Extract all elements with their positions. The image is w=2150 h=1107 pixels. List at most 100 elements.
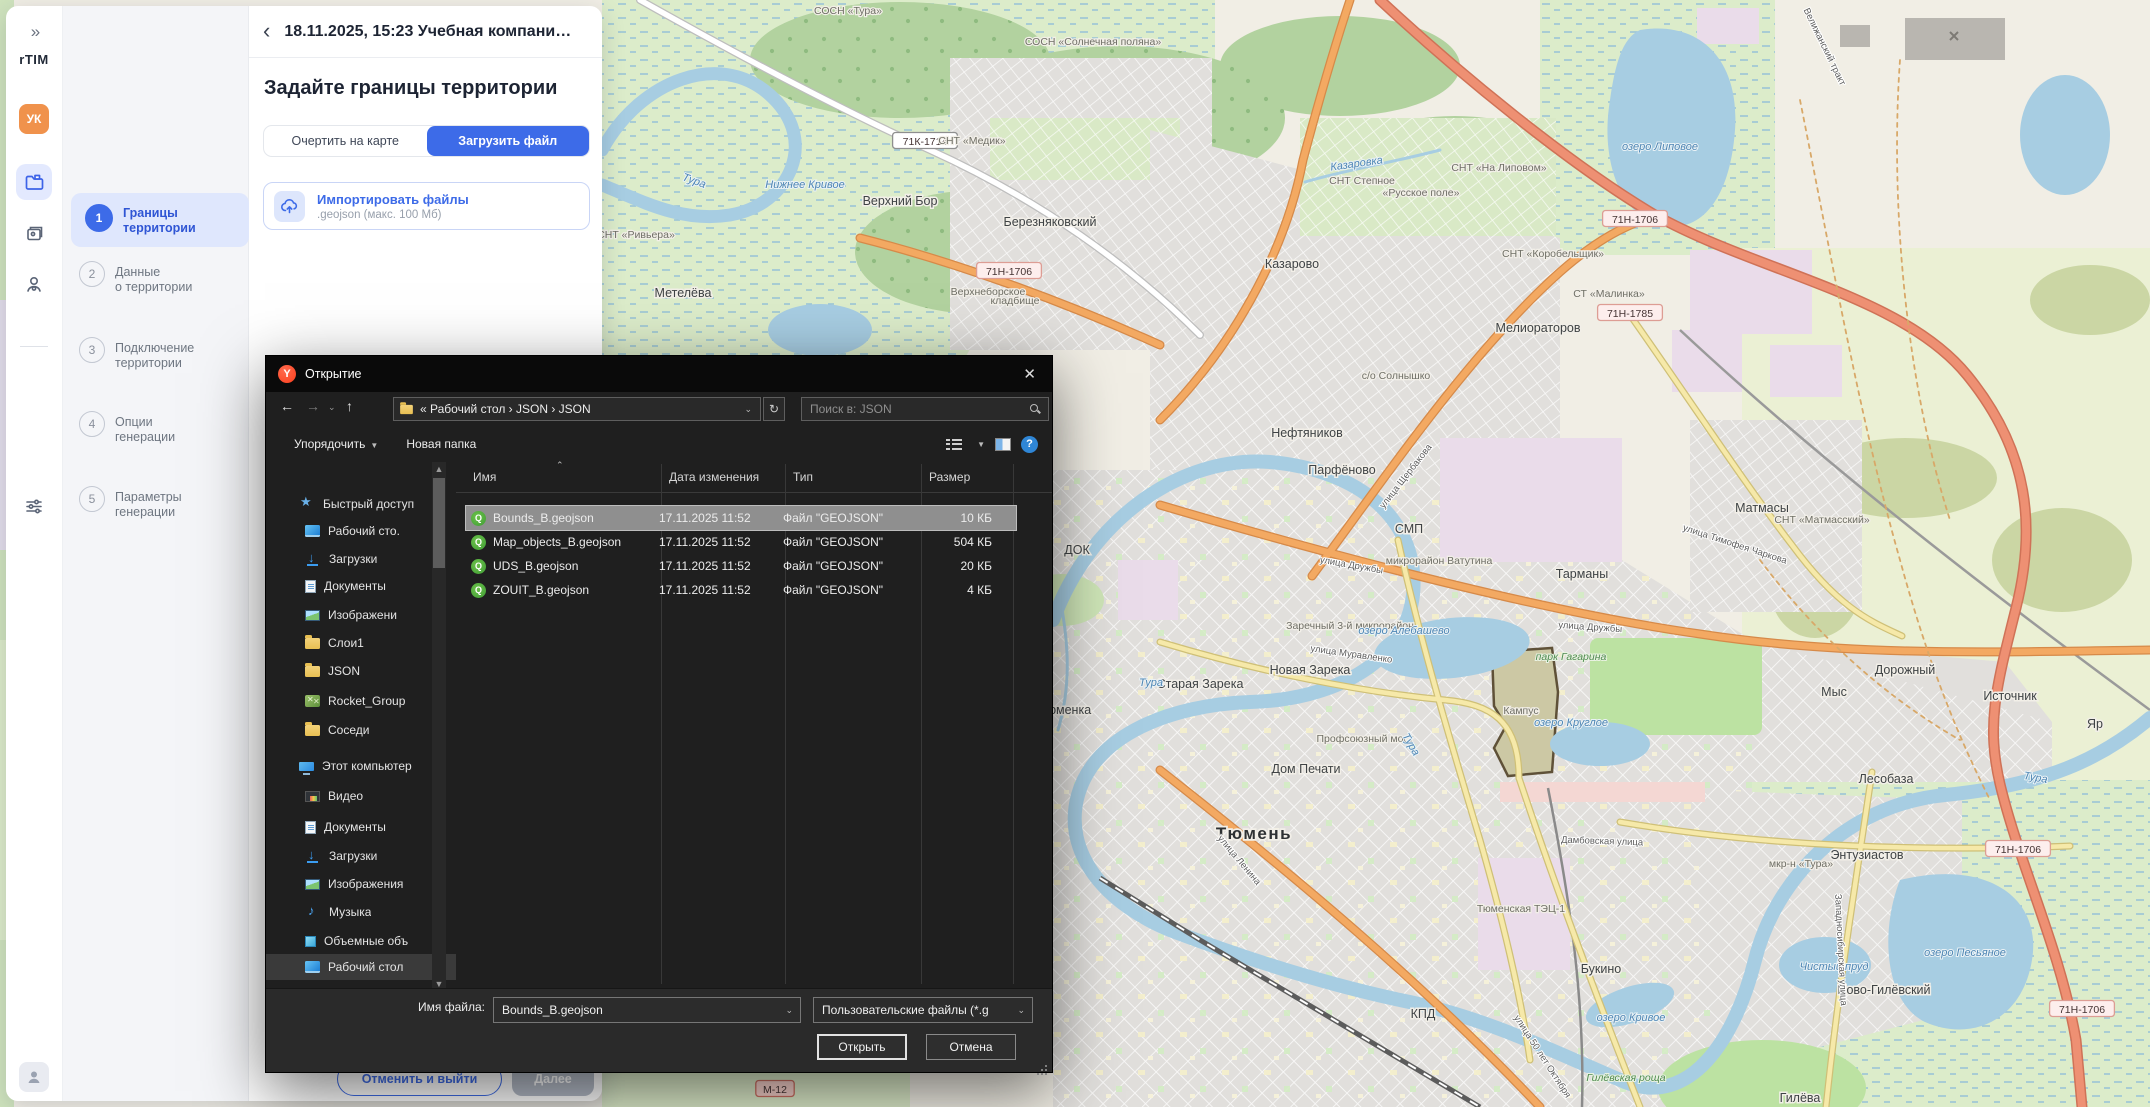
workspace-badge[interactable]: УК — [19, 104, 49, 134]
dialog-footer: Имя файла: Bounds_B.geojson ⌄ Пользовате… — [266, 988, 1052, 1072]
filetype-select[interactable]: Пользовательские файлы (*.g ⌄ — [813, 997, 1033, 1023]
open-button[interactable]: Открыть — [817, 1034, 907, 1060]
cloud-upload-icon — [274, 191, 305, 222]
wizard-step-2[interactable]: 2Данные о территории — [71, 261, 241, 295]
refresh-icon[interactable]: ↻ — [763, 397, 785, 421]
column-date[interactable]: Дата изменения — [669, 470, 759, 484]
nav-back-icon[interactable]: ← — [280, 398, 294, 414]
map-label: с/о Солнышко — [1362, 370, 1431, 382]
sort-ascending-icon[interactable]: ⌃ — [556, 460, 564, 471]
nav-up-icon[interactable]: ↑ — [346, 398, 353, 414]
user-avatar[interactable] — [19, 1062, 49, 1092]
filename-input[interactable]: Bounds_B.geojson ⌄ — [493, 997, 801, 1023]
file-row-UDS_B.geojson[interactable]: QUDS_B.geojson17.11.2025 11:52Файл "GEOJ… — [466, 554, 1016, 578]
cube-icon — [305, 936, 316, 947]
tree-item--[interactable]: Соседи — [266, 717, 456, 743]
resize-grip[interactable] — [1045, 1065, 1047, 1067]
address-bar[interactable]: « Рабочий стол › JSON › JSON ⌄ — [393, 397, 761, 421]
tree-item-label: Загрузки — [329, 849, 377, 863]
road-badge: 71Н-1785 — [1598, 305, 1663, 321]
map-label: Лесобаза — [1859, 772, 1914, 786]
tree-item-json[interactable]: JSON — [266, 658, 456, 684]
view-mode-dropdown-icon[interactable]: ▼ — [977, 440, 985, 449]
cancel-button[interactable]: Отмена — [926, 1034, 1016, 1060]
gallery-icon[interactable] — [16, 216, 52, 252]
file-row-Map_objects_B.geojson[interactable]: QMap_objects_B.geojson17.11.2025 11:52Фа… — [466, 530, 1016, 554]
back-icon[interactable]: ‹ — [263, 18, 270, 44]
step-number: 1 — [85, 204, 113, 232]
tree-item--[interactable]: Видео — [266, 783, 456, 809]
users-icon[interactable] — [16, 266, 52, 302]
tree-item-rocket_group[interactable]: Rocket_Group — [266, 688, 456, 714]
new-folder-button[interactable]: Новая папка — [406, 437, 476, 451]
import-files-link[interactable]: Импортировать файлы — [317, 192, 469, 207]
tree-item-label: Документы — [324, 820, 386, 834]
preview-pane-icon[interactable] — [995, 438, 1011, 451]
tree-item--[interactable]: Рабочий сто. — [266, 518, 456, 544]
tree-item--[interactable]: Музыка — [266, 899, 456, 925]
road-badge: 71Н-1706 — [977, 263, 1042, 279]
projects-folder-icon[interactable] — [16, 164, 52, 200]
map-label: Мыс — [1821, 685, 1847, 699]
tree-item--[interactable]: Этот компьютер — [266, 753, 456, 779]
map-label: Тарманы — [1556, 567, 1608, 581]
scroll-up-icon[interactable]: ▲ — [432, 462, 446, 476]
search-icon — [1030, 404, 1040, 414]
tree-item--[interactable]: Загрузки — [266, 546, 456, 572]
breadcrumb[interactable]: « Рабочий стол › JSON › JSON — [420, 402, 591, 416]
filename-dropdown-icon[interactable]: ⌄ — [785, 1005, 793, 1016]
column-type[interactable]: Тип — [793, 470, 813, 484]
settings-sliders-icon[interactable] — [16, 488, 52, 524]
tree-scrollbar[interactable]: ▲ ▼ — [432, 462, 446, 991]
tree-item--1[interactable]: Слои1 — [266, 630, 456, 656]
column-size[interactable]: Размер — [929, 470, 970, 484]
folder-icon — [305, 725, 320, 736]
filetype-value: Пользовательские файлы (*.g — [822, 1003, 989, 1017]
dialog-title: Открытие — [305, 367, 362, 381]
wizard-step-5[interactable]: 5Параметры генерации — [71, 486, 241, 520]
map-label: Гилёва — [1780, 1091, 1821, 1105]
tree-item--[interactable]: Быстрый доступ — [266, 491, 456, 517]
scrollbar-thumb[interactable] — [433, 478, 445, 568]
import-files-dropzone[interactable]: Импортировать файлы .geojson (макс. 100 … — [263, 182, 590, 230]
dialog-titlebar[interactable]: Y Открытие ✕ — [266, 356, 1052, 392]
filetype-dropdown-icon[interactable]: ⌄ — [1017, 1005, 1025, 1016]
column-name[interactable]: Имя — [473, 470, 496, 484]
card-header: ‹ 18.11.2025, 15:23 Учебная компани… — [249, 6, 602, 58]
svg-text:71Н-1706: 71Н-1706 — [1612, 214, 1658, 226]
tab-draw-on-map[interactable]: Очертить на карте — [264, 126, 427, 156]
tree-item-label: Объемные объ — [324, 934, 408, 948]
tree-item--[interactable]: Изображени — [266, 602, 456, 628]
tree-item--[interactable]: Объемные объ — [266, 928, 456, 954]
tree-item--[interactable]: Рабочий стол — [266, 954, 456, 980]
road-badge: 71Н-1706 — [1986, 841, 2051, 857]
help-icon[interactable]: ? — [1021, 436, 1038, 453]
nav-forward-icon[interactable]: → — [306, 398, 320, 414]
file-row-Bounds_B.geojson[interactable]: QBounds_B.geojson17.11.2025 11:52Файл "G… — [466, 506, 1016, 530]
tab-upload-file[interactable]: Загрузить файл — [427, 126, 590, 156]
geojson-file-icon: Q — [471, 535, 486, 550]
map-label: КПД — [1411, 1007, 1436, 1021]
wizard-step-1[interactable]: 1Границы территории — [71, 193, 249, 247]
map-label: Казарово — [1265, 257, 1319, 271]
wizard-step-4[interactable]: 4Опции генерации — [71, 411, 241, 445]
folder-icon — [305, 666, 320, 677]
wizard-step-3[interactable]: 3Подключение территории — [71, 337, 241, 371]
tree-item--[interactable]: Изображения — [266, 871, 456, 897]
close-icon[interactable]: ✕ — [1023, 365, 1036, 383]
address-dropdown-icon[interactable]: ⌄ — [744, 404, 760, 415]
map-label: озеро Кривое — [1597, 1012, 1666, 1024]
tree-item--[interactable]: Документы — [266, 573, 456, 599]
star-icon — [299, 497, 315, 511]
expand-sidebar-icon[interactable]: » — [31, 22, 37, 42]
organize-menu[interactable]: Упорядочить▼ — [294, 437, 378, 451]
nav-history-icon[interactable]: ⌄ — [328, 402, 336, 413]
step-number: 5 — [79, 486, 105, 512]
tree-item--[interactable]: Документы — [266, 814, 456, 840]
map-label: СТ «Малинка» — [1573, 288, 1645, 300]
file-row-ZOUIT_B.geojson[interactable]: QZOUIT_B.geojson17.11.2025 11:52Файл "GE… — [466, 578, 1016, 602]
view-mode-icon[interactable] — [946, 438, 962, 451]
search-input[interactable]: Поиск в: JSON — [801, 397, 1049, 421]
tree-item--[interactable]: Загрузки — [266, 843, 456, 869]
desktop-icon — [305, 961, 320, 973]
